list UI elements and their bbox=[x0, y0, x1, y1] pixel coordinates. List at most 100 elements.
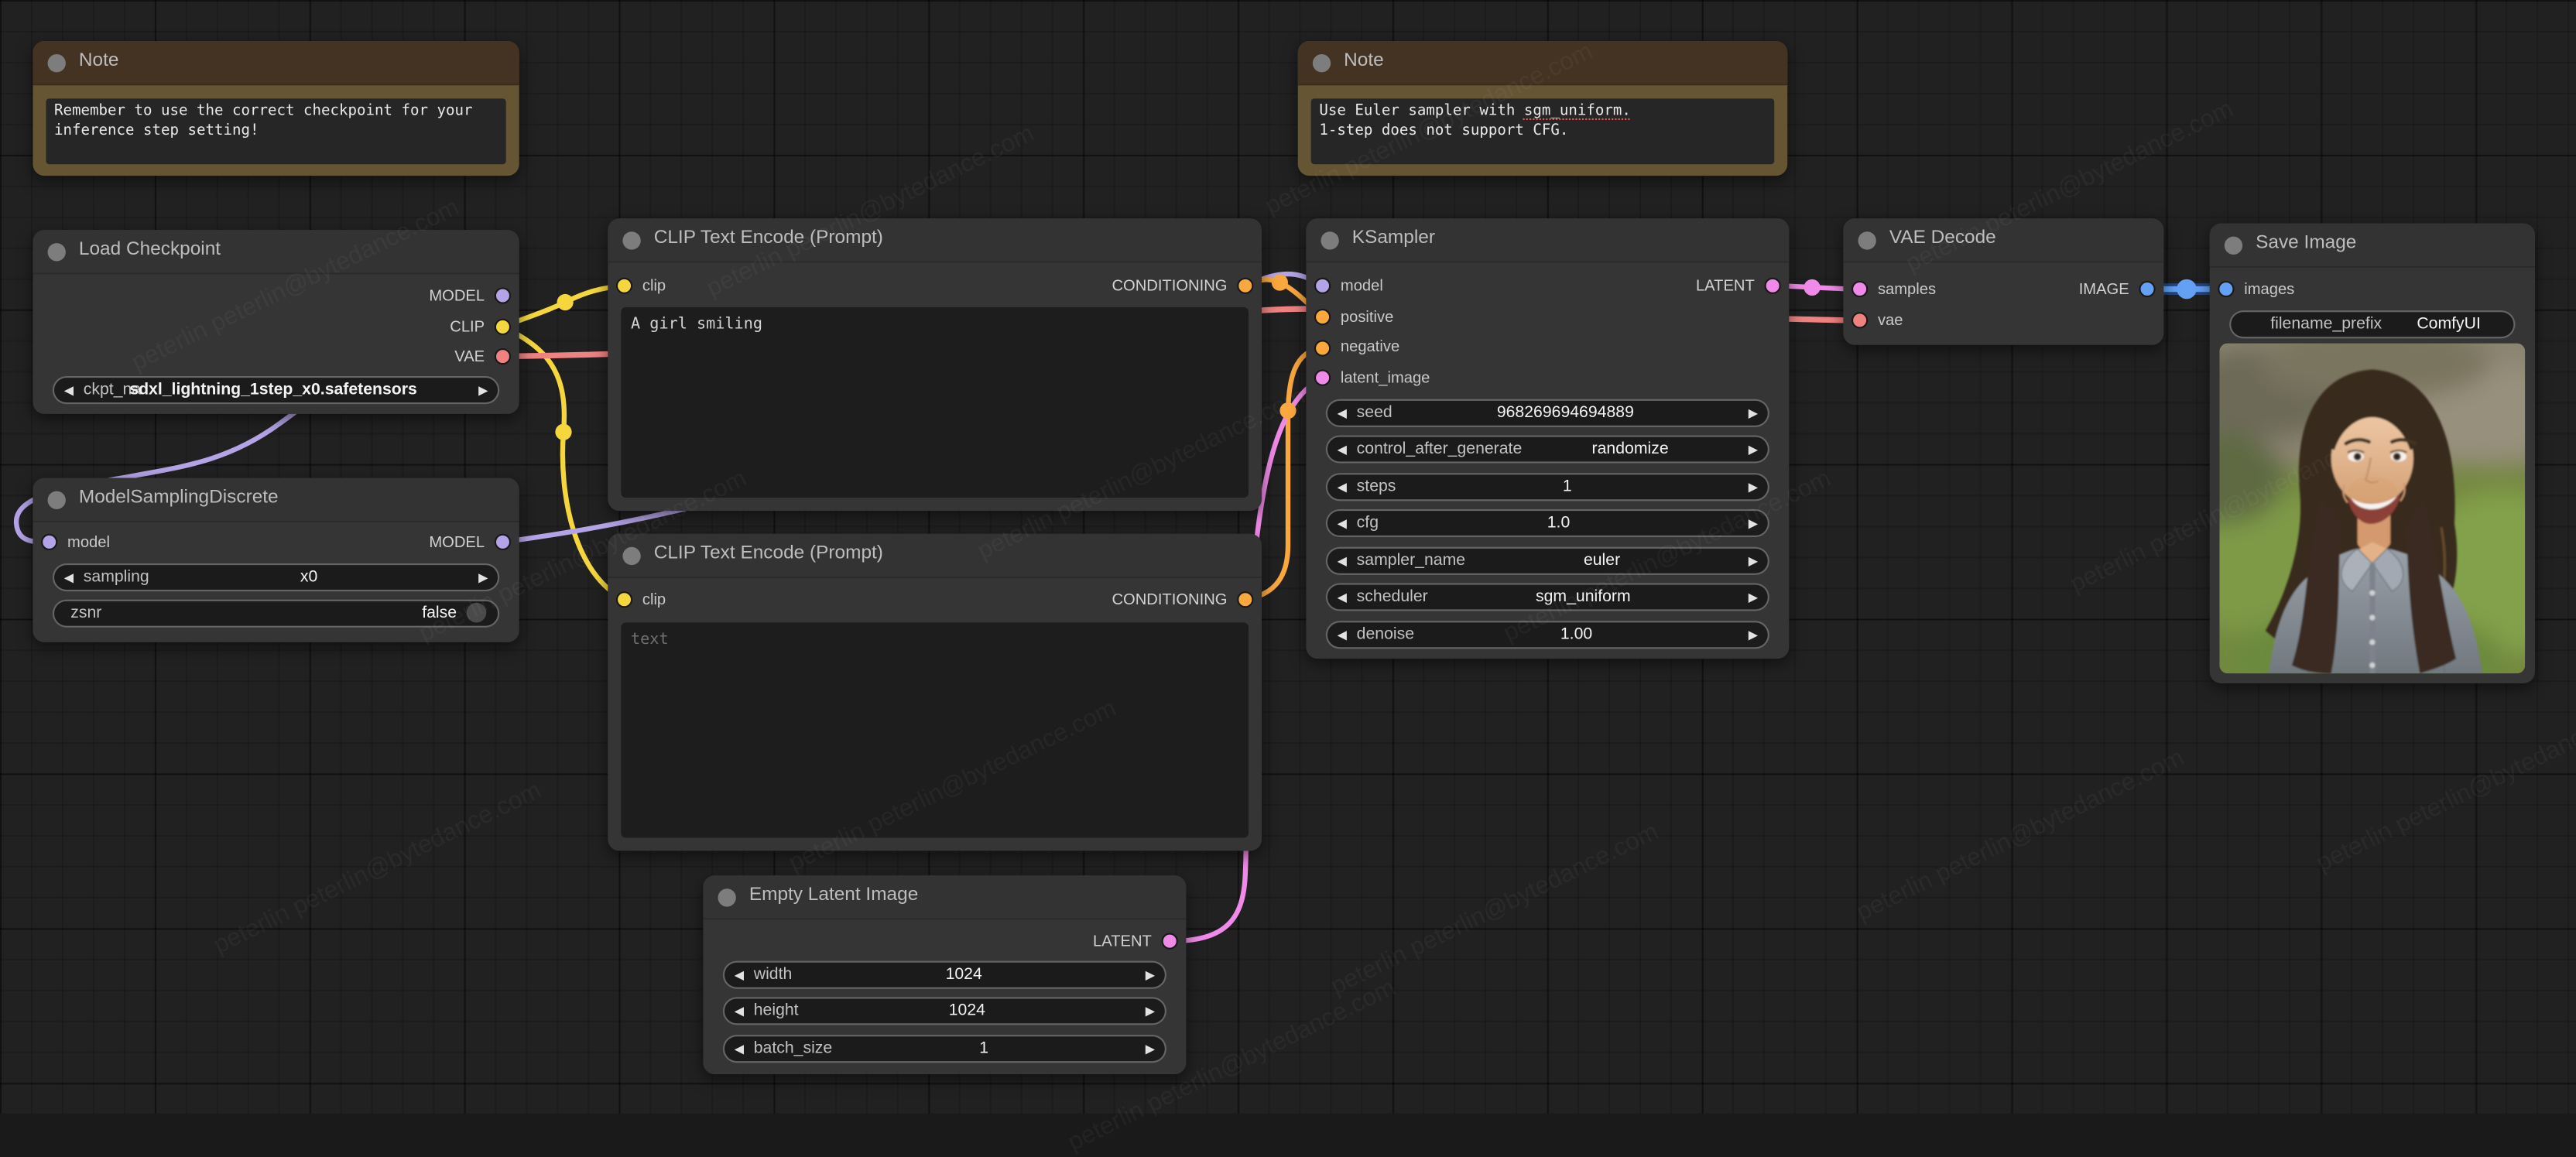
next-value-icon[interactable]: ▶ bbox=[468, 382, 498, 396]
save-image-titlebar[interactable]: Save Image bbox=[2209, 223, 2535, 268]
node-title: VAE Decode bbox=[1889, 228, 1996, 248]
decrement-icon[interactable]: ◀ bbox=[724, 1004, 754, 1018]
node-model-sampling-discrete[interactable]: ModelSamplingDiscrete model MODEL ◀ samp… bbox=[33, 478, 519, 642]
increment-icon[interactable]: ▶ bbox=[1136, 1041, 1165, 1056]
vae-port-dot[interactable] bbox=[494, 347, 512, 365]
load-checkpoint-titlebar[interactable]: Load Checkpoint bbox=[33, 230, 519, 275]
model-port-dot[interactable] bbox=[41, 533, 58, 551]
next-value-icon[interactable]: ▶ bbox=[468, 569, 498, 584]
decrement-icon[interactable]: ◀ bbox=[724, 967, 754, 981]
vae-decode-titlebar[interactable]: VAE Decode bbox=[1843, 218, 2164, 263]
zsnr-toggle[interactable]: zsnr false bbox=[52, 598, 500, 627]
decrement-icon[interactable]: ◀ bbox=[1327, 405, 1357, 419]
node-note-left[interactable]: Note Remember to use the correct checkpo… bbox=[33, 41, 519, 176]
node-title: Load Checkpoint bbox=[78, 239, 221, 260]
conditioning-port-dot[interactable] bbox=[1237, 591, 1254, 608]
clip-port-dot[interactable] bbox=[615, 591, 633, 608]
increment-icon[interactable]: ▶ bbox=[1738, 405, 1768, 419]
increment-icon[interactable]: ▶ bbox=[1136, 967, 1165, 981]
clip-negative-titlebar[interactable]: CLIP Text Encode (Prompt) bbox=[608, 533, 1262, 579]
empty-latent-titlebar[interactable]: Empty Latent Image bbox=[703, 875, 1187, 920]
decrement-icon[interactable]: ◀ bbox=[1327, 515, 1357, 530]
node-title: Note bbox=[1344, 50, 1384, 71]
clip-port-dot[interactable] bbox=[615, 277, 633, 294]
filename-prefix-field[interactable]: filename_prefix ComfyUI bbox=[2229, 310, 2516, 338]
control-after-generate-combo[interactable]: ◀ control_after_generate randomize ▶ bbox=[1325, 435, 1769, 464]
input-images: images bbox=[2218, 276, 2294, 303]
generated-image-preview[interactable] bbox=[2219, 343, 2526, 674]
denoise-stepper[interactable]: ◀ denoise 1.00 ▶ bbox=[1325, 620, 1769, 649]
model-port-dot[interactable] bbox=[1314, 277, 1331, 294]
node-load-checkpoint[interactable]: Load Checkpoint MODEL CLIP VAE ◀ ckpt_na… bbox=[33, 230, 519, 414]
node-empty-latent-image[interactable]: Empty Latent Image LATENT ◀ width 1024 ▶… bbox=[703, 875, 1187, 1075]
scheduler-combo[interactable]: ◀ scheduler sgm_uniform ▶ bbox=[1325, 583, 1769, 611]
conditioning-port-dot[interactable] bbox=[1237, 277, 1254, 294]
image-port-dot[interactable] bbox=[2139, 280, 2156, 298]
node-status-dot bbox=[47, 243, 66, 262]
ksampler-titlebar[interactable]: KSampler bbox=[1306, 218, 1790, 263]
node-status-dot bbox=[47, 54, 66, 73]
model-port-dot[interactable] bbox=[494, 287, 512, 304]
image-port-dot[interactable] bbox=[2218, 280, 2235, 298]
negative-prompt-textarea[interactable] bbox=[621, 622, 1249, 838]
conditioning-port-dot[interactable] bbox=[1314, 309, 1331, 326]
clip-positive-titlebar[interactable]: CLIP Text Encode (Prompt) bbox=[608, 218, 1262, 263]
note-right-text[interactable]: Use Euler sampler with sgm_uniform. 1-ste… bbox=[1310, 98, 1775, 165]
steps-stepper[interactable]: ◀ steps 1 ▶ bbox=[1325, 472, 1769, 501]
seed-stepper[interactable]: ◀ seed 968269694694889 ▶ bbox=[1325, 398, 1769, 426]
sampling-combo[interactable]: ◀ sampling x0 ▶ bbox=[52, 562, 500, 591]
batch-size-stepper[interactable]: ◀ batch_size 1 ▶ bbox=[722, 1034, 1166, 1063]
cfg-stepper[interactable]: ◀ cfg 1.0 ▶ bbox=[1325, 508, 1769, 538]
next-value-icon[interactable]: ▶ bbox=[1738, 442, 1768, 457]
prev-value-icon[interactable]: ◀ bbox=[54, 569, 84, 584]
node-title: Empty Latent Image bbox=[748, 885, 919, 905]
model-sampling-titlebar[interactable]: ModelSamplingDiscrete bbox=[33, 478, 519, 522]
latent-port-dot[interactable] bbox=[1161, 933, 1178, 950]
clip-port-dot[interactable] bbox=[494, 318, 512, 335]
note-right-titlebar[interactable]: Note bbox=[1297, 41, 1788, 86]
note-left-text[interactable]: Remember to use the correct checkpoint f… bbox=[46, 98, 506, 165]
output-model: MODEL bbox=[429, 529, 512, 555]
decrement-icon[interactable]: ◀ bbox=[1327, 627, 1357, 642]
prev-value-icon[interactable]: ◀ bbox=[1327, 442, 1357, 457]
toggle-knob-icon[interactable] bbox=[466, 602, 487, 623]
sampler-name-combo[interactable]: ◀ sampler_name euler ▶ bbox=[1325, 546, 1769, 574]
next-value-icon[interactable]: ▶ bbox=[1738, 553, 1768, 567]
input-positive: positive bbox=[1314, 304, 1393, 330]
prev-value-icon[interactable]: ◀ bbox=[1327, 553, 1357, 567]
decrement-icon[interactable]: ◀ bbox=[724, 1041, 754, 1056]
vae-port-dot[interactable] bbox=[1852, 312, 1869, 329]
input-model: model bbox=[41, 529, 110, 555]
decrement-icon[interactable]: ◀ bbox=[1327, 479, 1357, 494]
increment-icon[interactable]: ▶ bbox=[1738, 627, 1768, 642]
node-ksampler[interactable]: KSampler model positive negative latent_… bbox=[1306, 218, 1790, 659]
note-left-titlebar[interactable]: Note bbox=[33, 41, 519, 86]
node-status-dot bbox=[718, 888, 736, 907]
increment-icon[interactable]: ▶ bbox=[1738, 479, 1768, 494]
prev-value-icon[interactable]: ◀ bbox=[54, 382, 84, 396]
node-clip-text-encode-negative[interactable]: CLIP Text Encode (Prompt) clip CONDITION… bbox=[608, 533, 1262, 851]
increment-icon[interactable]: ▶ bbox=[1136, 1004, 1165, 1018]
increment-icon[interactable]: ▶ bbox=[1738, 515, 1768, 530]
model-port-dot[interactable] bbox=[494, 533, 512, 551]
width-stepper[interactable]: ◀ width 1024 ▶ bbox=[722, 960, 1166, 988]
node-status-dot bbox=[1321, 231, 1339, 250]
node-vae-decode[interactable]: VAE Decode samples vae IMAGE bbox=[1843, 218, 2164, 345]
height-stepper[interactable]: ◀ height 1024 ▶ bbox=[722, 997, 1166, 1025]
ckpt-name-combo[interactable]: ◀ ckpt_na sdxl_lightning_1step_x0.safete… bbox=[52, 375, 500, 404]
output-latent: LATENT bbox=[1093, 928, 1178, 954]
positive-prompt-textarea[interactable]: A girl smiling bbox=[621, 306, 1249, 498]
conditioning-port-dot[interactable] bbox=[1314, 339, 1331, 356]
latent-port-dot[interactable] bbox=[1852, 280, 1869, 298]
next-value-icon[interactable]: ▶ bbox=[1738, 590, 1768, 604]
latent-port-dot[interactable] bbox=[1314, 369, 1331, 386]
node-graph-canvas[interactable]: Note Remember to use the correct checkpo… bbox=[0, 0, 2576, 1157]
output-conditioning: CONDITIONING bbox=[1112, 272, 1254, 299]
node-title: ModelSamplingDiscrete bbox=[78, 488, 279, 508]
node-save-image[interactable]: Save Image images filename_prefix ComfyU… bbox=[2209, 223, 2535, 683]
latent-port-dot[interactable] bbox=[1764, 277, 1781, 294]
node-clip-text-encode-positive[interactable]: CLIP Text Encode (Prompt) clip CONDITION… bbox=[608, 218, 1262, 512]
node-note-right[interactable]: Note Use Euler sampler with sgm_uniform.… bbox=[1297, 41, 1788, 176]
prev-value-icon[interactable]: ◀ bbox=[1327, 590, 1357, 604]
output-model: MODEL bbox=[429, 282, 512, 309]
